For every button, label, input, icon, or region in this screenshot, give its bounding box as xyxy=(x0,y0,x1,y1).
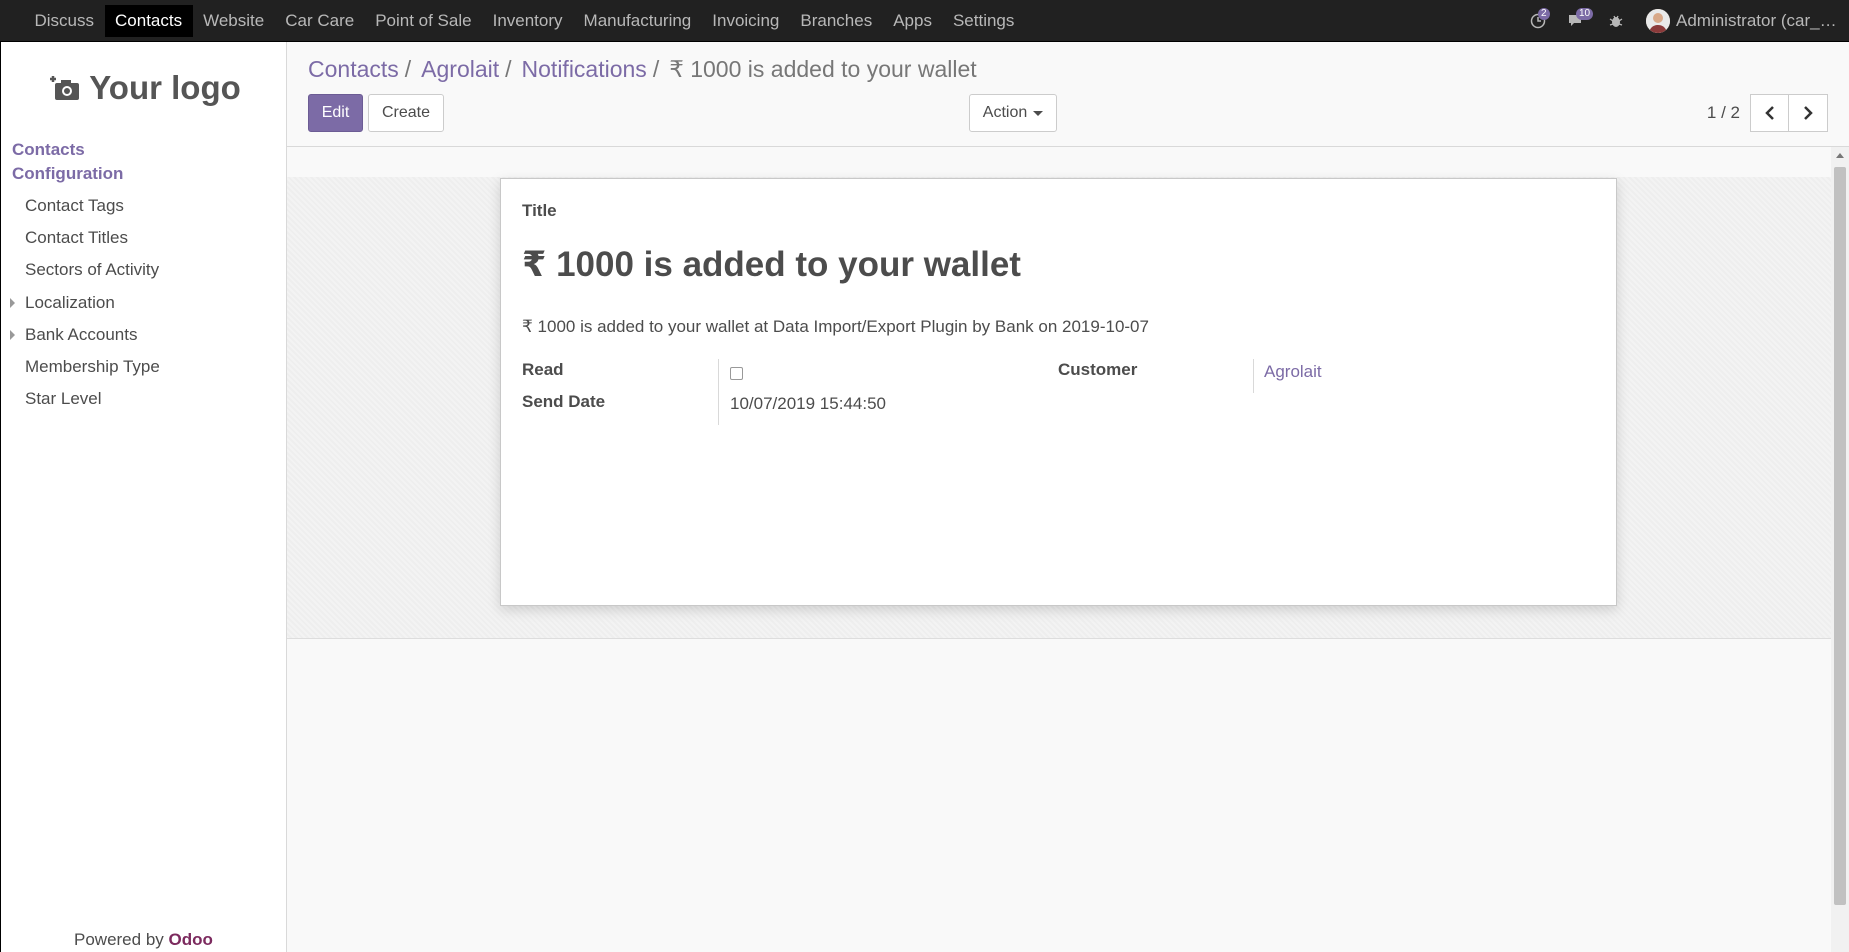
breadcrumb-agrolait[interactable]: Agrolait xyxy=(421,56,499,83)
sidebar-item-contact-titles[interactable]: Contact Titles xyxy=(25,228,128,248)
sidebar-heading-configuration[interactable]: Configuration xyxy=(12,164,123,184)
form-view: Title ₹ 1000 is added to your wallet ₹ 1… xyxy=(287,147,1831,952)
menu-point-of-sale[interactable]: Point of Sale xyxy=(365,5,482,37)
menu-contacts[interactable]: Contacts xyxy=(104,4,193,37)
sidebar-heading-contacts[interactable]: Contacts xyxy=(12,140,85,160)
send-date-value: 10/07/2019 15:44:50 xyxy=(730,394,886,413)
form-sheet: Title ₹ 1000 is added to your wallet ₹ 1… xyxy=(500,178,1617,606)
edit-button[interactable]: Edit xyxy=(308,94,363,132)
user-name: Administrator (car_care_demo) xyxy=(1676,11,1841,30)
messaging-button[interactable]: 10 xyxy=(1568,8,1594,29)
action-dropdown[interactable]: Action xyxy=(969,94,1057,132)
control-panel: Contacts / Agrolait / Notifications / ₹ 100… xyxy=(287,42,1849,147)
menu-invoicing[interactable]: Invoicing xyxy=(702,5,790,37)
logo-text: Your logo xyxy=(89,69,241,106)
breadcrumb-contacts[interactable]: Contacts xyxy=(308,56,399,83)
sidebar-item-bank-accounts[interactable]: Bank Accounts xyxy=(25,325,137,345)
notification-message: ₹ 1000 is added to your wallet at Data I… xyxy=(522,317,1149,336)
top-navbar: Discuss Contacts Website Car Care Point … xyxy=(0,0,1849,42)
field-divider xyxy=(718,359,719,425)
customer-link[interactable]: Agrolait xyxy=(1264,362,1322,382)
activity-badge: 2 xyxy=(1538,8,1550,20)
chevron-left-icon xyxy=(1764,106,1774,120)
scrollbar[interactable] xyxy=(1831,147,1849,952)
debug-button[interactable] xyxy=(1608,13,1624,29)
menu-car-care[interactable]: Car Care xyxy=(275,5,365,37)
company-logo[interactable]: Your logo xyxy=(29,60,261,116)
scrollbar-thumb[interactable] xyxy=(1834,167,1846,905)
breadcrumb-current: ₹ 1000 is added to your wallet xyxy=(669,56,977,82)
field-divider xyxy=(1253,359,1254,393)
breadcrumb-separator: / xyxy=(652,56,660,82)
caret-right-icon[interactable] xyxy=(10,330,15,340)
breadcrumb-separator: / xyxy=(505,56,512,82)
pager-value[interactable]: 1 / 2 xyxy=(1707,103,1740,123)
notification-title: ₹ 1000 is added to your wallet xyxy=(522,245,1021,284)
camera-icon xyxy=(50,76,80,100)
sidebar-item-contact-tags[interactable]: Contact Tags xyxy=(25,196,124,216)
read-label: Read xyxy=(522,360,564,379)
pager-previous-button[interactable] xyxy=(1750,94,1789,132)
caret-down-icon xyxy=(1033,110,1044,116)
menu-website[interactable]: Website xyxy=(193,5,275,37)
sidebar-item-sectors-of-activity[interactable]: Sectors of Activity xyxy=(25,260,159,280)
send-date-label: Send Date xyxy=(522,392,606,411)
sidebar-item-star-level[interactable]: Star Level xyxy=(25,389,102,409)
chevron-right-icon xyxy=(1804,106,1813,120)
sidebar-item-localization[interactable]: Localization xyxy=(25,293,115,313)
sidebar-item-membership-type[interactable]: Membership Type xyxy=(25,357,160,377)
action-label: Action xyxy=(982,104,1028,121)
sidebar: Your logo Contacts Configuration Contact… xyxy=(0,42,287,952)
menu-inventory[interactable]: Inventory xyxy=(482,5,573,37)
title-label: Title xyxy=(522,201,557,220)
menu-manufacturing[interactable]: Manufacturing xyxy=(573,5,702,37)
customer-label: Customer xyxy=(1058,360,1138,379)
caret-right-icon[interactable] xyxy=(10,298,15,308)
breadcrumb-separator: / xyxy=(404,56,412,82)
powered-by: Powered by Odoo xyxy=(74,930,213,950)
systray: 2 10 Administrator (car_care_demo) xyxy=(1530,0,1849,42)
create-button[interactable]: Create xyxy=(368,94,444,132)
read-checkbox[interactable] xyxy=(730,367,743,380)
breadcrumb-notifications[interactable]: Notifications xyxy=(522,56,647,83)
app-menu: Discuss Contacts Website Car Care Point … xyxy=(0,0,1025,41)
scroll-up-arrow-icon[interactable] xyxy=(1836,153,1844,158)
messages-badge: 10 xyxy=(1576,8,1594,20)
menu-apps[interactable]: Apps xyxy=(883,5,943,37)
breadcrumb: Contacts / Agrolait / Notifications / ₹ 100… xyxy=(308,56,977,83)
pager-next-button[interactable] xyxy=(1789,94,1828,132)
powered-by-prefix: Powered by xyxy=(74,930,164,949)
menu-branches[interactable]: Branches xyxy=(790,5,883,37)
pager: 1 / 2 xyxy=(1707,94,1828,132)
menu-discuss[interactable]: Discuss xyxy=(24,5,105,37)
odoo-link[interactable]: Odoo xyxy=(169,930,213,949)
bug-icon xyxy=(1609,15,1623,27)
menu-settings[interactable]: Settings xyxy=(942,5,1024,37)
activity-button[interactable]: 2 xyxy=(1530,8,1550,29)
avatar xyxy=(1646,9,1670,33)
user-menu[interactable]: Administrator (car_care_demo) xyxy=(1646,9,1841,33)
